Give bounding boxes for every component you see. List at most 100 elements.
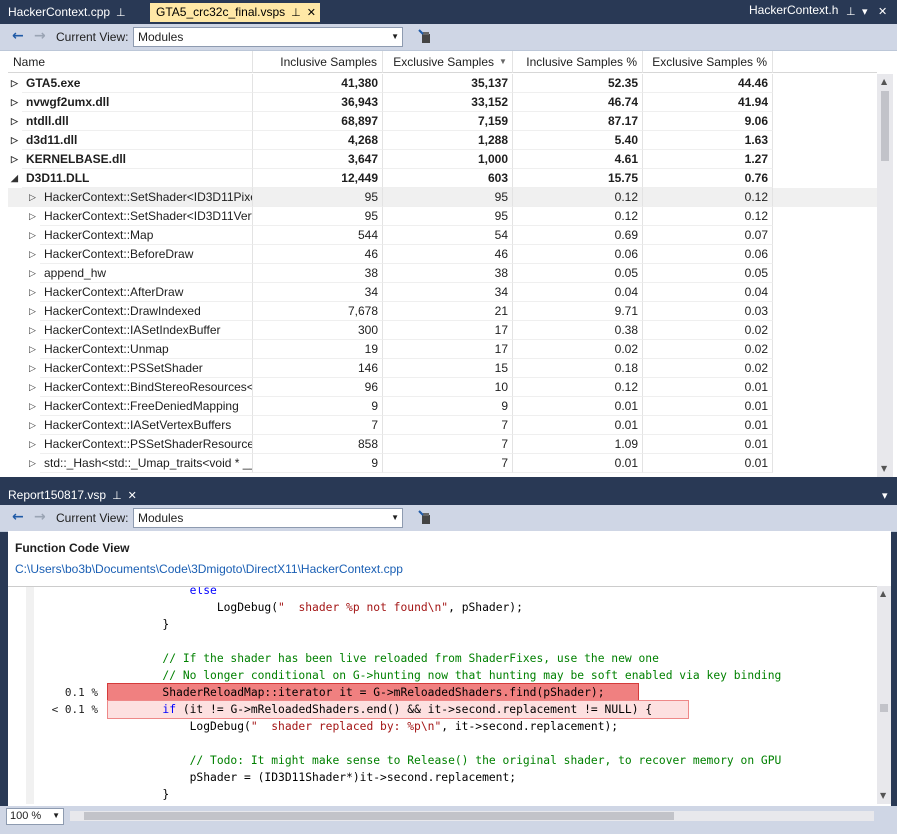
source-file-link[interactable]: C:\Users\bo3b\Documents\Code\3Dmigoto\Di… bbox=[15, 562, 403, 576]
dropdown-icon[interactable]: ▾ bbox=[882, 489, 888, 502]
pin-icon[interactable]: ⊥ bbox=[291, 6, 301, 19]
expand-triangle-icon[interactable]: ▷ bbox=[11, 150, 18, 169]
export-icon[interactable] bbox=[418, 29, 432, 44]
expand-triangle-icon[interactable]: ▷ bbox=[29, 302, 36, 321]
table-row[interactable]: ▷ HackerContext::BindStereoResources<& 96 1… bbox=[8, 378, 877, 397]
table-row[interactable]: ▷ HackerContext::DrawIndexed 7,678 21 9.71 0.… bbox=[8, 302, 877, 321]
table-row[interactable]: ▷ d3d11.dll 4,268 1,288 5.40 1.63 bbox=[8, 131, 877, 150]
cell-value: 5.40 bbox=[513, 131, 643, 150]
code-scrollbar[interactable]: ▲ ▼ bbox=[877, 586, 891, 804]
cell-value: 1.63 bbox=[643, 131, 773, 150]
cell-value: 0.02 bbox=[643, 321, 773, 340]
code-editor[interactable]: 0.1 % < 0.1 % else LogDebug(" shader %p … bbox=[8, 586, 877, 804]
header-exclusive-pct[interactable]: Exclusive Samples % bbox=[643, 51, 773, 73]
back-arrow-icon[interactable]: ← bbox=[12, 509, 24, 525]
collapse-triangle-icon[interactable]: ◢ bbox=[11, 169, 18, 188]
dropdown-icon[interactable]: ▾ bbox=[862, 5, 868, 18]
table-row[interactable]: ▷ HackerContext::SetShader<ID3D11PixelS 95… bbox=[8, 188, 877, 207]
expand-triangle-icon[interactable]: ▷ bbox=[29, 264, 36, 283]
grid-scrollbar[interactable]: ▲ ▼ bbox=[877, 74, 893, 477]
cell-name: HackerContext::SetShader<ID3D11Verte bbox=[40, 207, 253, 226]
current-view-select[interactable]: Modules ▼ bbox=[133, 508, 403, 528]
table-row[interactable]: ▷ ntdll.dll 68,897 7,159 87.17 9.06 bbox=[8, 112, 877, 131]
table-row[interactable]: ▷ HackerContext::PSSetShader 146 15 0.18 0.02 bbox=[8, 359, 877, 378]
cell-name: HackerContext::SetShader<ID3D11PixelS bbox=[40, 188, 253, 207]
code-line: } bbox=[108, 618, 170, 631]
table-row[interactable]: ▷ HackerContext::FreeDeniedMapping 9 9 0.01 0… bbox=[8, 397, 877, 416]
expand-triangle-icon[interactable]: ▷ bbox=[29, 454, 36, 473]
current-view-select[interactable]: Modules ▼ bbox=[133, 27, 403, 47]
hot-line-pct: 0.1 % bbox=[64, 686, 98, 699]
table-row[interactable]: ▷ HackerContext::SetShader<ID3D11Verte 95 9… bbox=[8, 207, 877, 226]
header-inclusive-samples[interactable]: Inclusive Samples bbox=[253, 51, 383, 73]
table-row[interactable]: ▷ nvwgf2umx.dll 36,943 33,152 46.74 41.94 bbox=[8, 93, 877, 112]
table-row[interactable]: ◢ D3D11.DLL 12,449 603 15.75 0.76 bbox=[8, 169, 877, 188]
expand-triangle-icon[interactable]: ▷ bbox=[29, 188, 36, 207]
tab-label: GTA5_crc32c_final.vsps bbox=[156, 5, 286, 19]
back-arrow-icon[interactable]: ← bbox=[12, 28, 24, 44]
cell-name: HackerContext::BeforeDraw bbox=[40, 245, 253, 264]
expand-triangle-icon[interactable]: ▷ bbox=[29, 359, 36, 378]
cell-name: HackerContext::PSSetShader bbox=[40, 359, 253, 378]
expand-triangle-icon[interactable]: ▷ bbox=[11, 93, 18, 112]
close-icon[interactable]: ✕ bbox=[307, 6, 316, 19]
expand-triangle-icon[interactable]: ▷ bbox=[29, 283, 36, 302]
zoom-select[interactable]: 100 % ▼ bbox=[6, 808, 64, 825]
table-row[interactable]: ▷ HackerContext::BeforeDraw 46 46 0.06 0.06 bbox=[8, 245, 877, 264]
cell-value: 9 bbox=[253, 454, 383, 473]
pin-icon[interactable]: ⊥ bbox=[846, 5, 856, 18]
header-exclusive-samples[interactable]: Exclusive Samples bbox=[383, 51, 513, 73]
scroll-down-icon[interactable]: ▼ bbox=[880, 791, 886, 800]
table-row[interactable]: ▷ append_hw 38 38 0.05 0.05 bbox=[8, 264, 877, 283]
scroll-thumb[interactable] bbox=[881, 91, 889, 161]
expand-triangle-icon[interactable]: ▷ bbox=[29, 207, 36, 226]
expand-triangle-icon[interactable]: ▷ bbox=[29, 378, 36, 397]
expand-triangle-icon[interactable]: ▷ bbox=[11, 74, 18, 93]
scroll-up-icon[interactable]: ▲ bbox=[880, 589, 886, 598]
expand-triangle-icon[interactable]: ▷ bbox=[29, 245, 36, 264]
header-inclusive-pct[interactable]: Inclusive Samples % bbox=[513, 51, 643, 73]
tab-hackercontext-cpp[interactable]: HackerContext.cpp ⊥ bbox=[2, 3, 132, 22]
table-row[interactable]: ▷ KERNELBASE.dll 3,647 1,000 4.61 1.27 bbox=[8, 150, 877, 169]
scroll-up-icon[interactable]: ▲ bbox=[881, 77, 887, 86]
export-icon[interactable] bbox=[418, 510, 432, 525]
forward-arrow-icon[interactable]: → bbox=[34, 509, 46, 525]
table-row[interactable]: ▷ GTA5.exe 41,380 35,137 52.35 44.46 bbox=[8, 74, 877, 93]
cell-value: 603 bbox=[383, 169, 513, 188]
close-icon[interactable]: ✕ bbox=[128, 489, 137, 502]
close-icon[interactable]: ✕ bbox=[878, 5, 887, 18]
expand-triangle-icon[interactable]: ▷ bbox=[29, 226, 36, 245]
cell-value: 1.09 bbox=[513, 435, 643, 454]
expand-triangle-icon[interactable]: ▷ bbox=[29, 321, 36, 340]
expand-triangle-icon[interactable]: ▷ bbox=[29, 435, 36, 454]
tab-hackercontext-h[interactable]: HackerContext.h bbox=[749, 3, 838, 17]
expand-triangle-icon[interactable]: ▷ bbox=[29, 416, 36, 435]
cell-name: HackerContext::AfterDraw bbox=[40, 283, 253, 302]
cell-value: 7 bbox=[383, 454, 513, 473]
code-hscrollbar[interactable] bbox=[70, 811, 874, 821]
expand-triangle-icon[interactable]: ▷ bbox=[29, 340, 36, 359]
expand-triangle-icon[interactable]: ▷ bbox=[29, 397, 36, 416]
forward-arrow-icon[interactable]: → bbox=[34, 28, 46, 44]
pin-icon[interactable]: ⊥ bbox=[112, 489, 122, 502]
scroll-thumb[interactable] bbox=[84, 812, 674, 820]
table-row[interactable]: ▷ HackerContext::Map 544 54 0.69 0.07 bbox=[8, 226, 877, 245]
pin-icon[interactable]: ⊥ bbox=[116, 6, 126, 19]
table-row[interactable]: ▷ HackerContext::AfterDraw 34 34 0.04 0.04 bbox=[8, 283, 877, 302]
table-row[interactable]: ▷ HackerContext::IASetVertexBuffers 7 7 0.01… bbox=[8, 416, 877, 435]
cell-value: 9.06 bbox=[643, 112, 773, 131]
header-name[interactable]: Name bbox=[8, 51, 253, 73]
cell-value: 3,647 bbox=[253, 150, 383, 169]
select-value: Modules bbox=[138, 30, 184, 44]
table-row[interactable]: ▷ HackerContext::IASetIndexBuffer 300 17 0.3… bbox=[8, 321, 877, 340]
expand-triangle-icon[interactable]: ▷ bbox=[11, 131, 18, 150]
tab-gta5-vsps[interactable]: GTA5_crc32c_final.vsps ⊥ ✕ bbox=[150, 3, 320, 22]
table-row[interactable]: ▷ HackerContext::PSSetShaderResources 858 7… bbox=[8, 435, 877, 454]
zoom-value: 100 % bbox=[10, 810, 42, 822]
tab-report-vsp[interactable]: Report150817.vsp ⊥ ✕ bbox=[2, 486, 143, 505]
scroll-down-icon[interactable]: ▼ bbox=[881, 464, 887, 473]
table-row[interactable]: ▷ HackerContext::Unmap 19 17 0.02 0.02 bbox=[8, 340, 877, 359]
table-row[interactable]: ▷ std::_Hash<std::_Umap_traits<void * __p… bbox=[8, 454, 877, 473]
scroll-thumb[interactable] bbox=[880, 704, 888, 712]
expand-triangle-icon[interactable]: ▷ bbox=[11, 112, 18, 131]
